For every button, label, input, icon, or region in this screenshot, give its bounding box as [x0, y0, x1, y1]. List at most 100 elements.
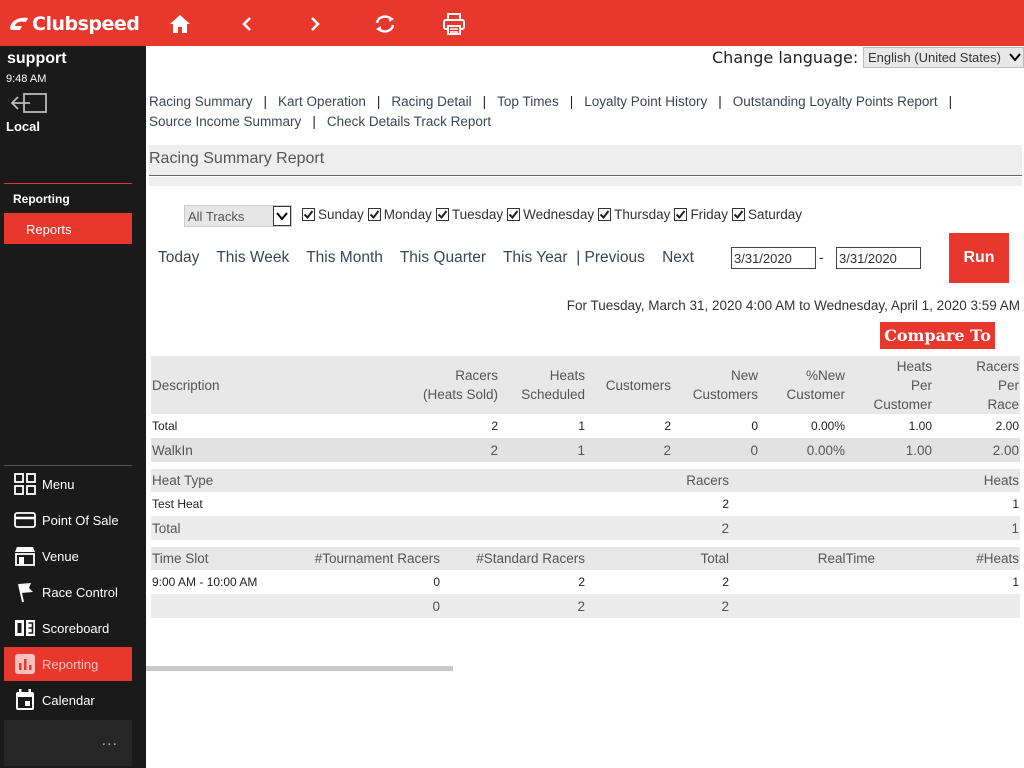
row-pct-new: 0.00% — [810, 419, 845, 433]
logout-icon[interactable] — [10, 92, 50, 114]
nav-item-race-control[interactable]: Race Control — [4, 575, 132, 609]
checkbox-icon — [731, 208, 745, 221]
refresh-button[interactable] — [368, 9, 402, 39]
forward-button[interactable] — [298, 9, 332, 39]
period-this-month[interactable]: This Month — [306, 249, 383, 266]
print-icon — [443, 13, 465, 35]
day-checkbox-wednesday[interactable]: Wednesday — [507, 207, 594, 222]
back-button[interactable] — [230, 9, 264, 39]
row-new-customers: 0 — [750, 442, 758, 458]
more-menu-button[interactable]: ... — [4, 720, 132, 766]
period-this-week[interactable]: This Week — [216, 249, 289, 266]
nav-item-point-of-sale[interactable]: Point Of Sale — [4, 503, 132, 537]
language-value: English (United States) — [868, 50, 1001, 65]
language-label: Change language: — [712, 48, 859, 67]
link-top-times[interactable]: Top Times — [497, 94, 559, 109]
col-heats: #Heats — [976, 551, 1019, 566]
sidebar-divider — [4, 183, 132, 184]
col-heats-scheduled: Heats Scheduled — [521, 368, 585, 402]
nav-item-menu[interactable]: Menu — [4, 467, 132, 501]
brand-name: Clubspeed — [32, 13, 140, 35]
col-description: Description — [152, 377, 220, 393]
nav-item-label: Menu — [42, 476, 75, 492]
link-racing-summary[interactable]: Racing Summary — [149, 94, 253, 109]
nav-item-label: Venue — [42, 548, 79, 564]
date-range-text: For Tuesday, March 31, 2020 4:00 AM to W… — [566, 298, 1020, 313]
row-racers: 2 — [721, 520, 729, 536]
day-checkbox-saturday[interactable]: Saturday — [731, 207, 802, 222]
day-label: Saturday — [747, 207, 802, 222]
language-select[interactable]: English (United States) — [863, 47, 1024, 68]
row-description: WalkIn — [152, 442, 193, 458]
col-standard-racers: #Standard Racers — [476, 551, 585, 566]
table-row: WalkIn 2 1 2 0 0.00% 1.00 2.00 — [151, 438, 1020, 462]
logo-swoosh-icon — [10, 17, 28, 30]
link-separator: | — [312, 114, 316, 129]
period-next[interactable]: Next — [662, 249, 694, 266]
user-name: support — [7, 50, 67, 67]
date-to-input[interactable]: 3/31/2020 — [836, 247, 921, 269]
checkbox-icon — [507, 208, 521, 221]
period-today[interactable]: Today — [158, 249, 199, 266]
heat-type-header-row: Heat Type Racers Heats — [151, 469, 1020, 492]
col-time-slot: Time Slot — [152, 551, 209, 566]
link-loyalty-point-history[interactable]: Loyalty Point History — [584, 94, 707, 109]
period-this-year[interactable]: This Year — [503, 249, 568, 266]
col-customers: Customers — [605, 377, 671, 393]
checkbox-icon — [435, 208, 449, 221]
date-from-input[interactable]: 3/31/2020 — [731, 247, 816, 269]
run-button[interactable]: Run — [949, 233, 1009, 283]
compare-to-button[interactable]: Compare To — [880, 322, 995, 349]
home-button[interactable] — [163, 9, 197, 39]
nav-item-label: Point Of Sale — [42, 512, 119, 528]
nav-item-calendar[interactable]: Calendar — [4, 683, 132, 717]
row-standard-racers: 2 — [578, 575, 585, 589]
link-outstanding-loyalty-points[interactable]: Outstanding Loyalty Points Report — [733, 94, 938, 109]
flag-icon — [13, 580, 37, 604]
day-checkbox-friday[interactable]: Friday — [674, 207, 728, 222]
horizontal-scrollbar[interactable] — [146, 666, 453, 671]
row-heats-per-customer: 1.00 — [905, 442, 932, 458]
nav-item-label: Calendar — [42, 692, 95, 708]
home-icon — [170, 15, 190, 33]
table-row: 0 2 2 — [151, 594, 1020, 618]
top-bar: Clubspeed — [0, 0, 1024, 46]
period-previous[interactable]: | Previous — [576, 249, 645, 266]
nav-item-venue[interactable]: Venue — [4, 539, 132, 573]
nav-item-reporting[interactable]: Reporting — [4, 647, 132, 681]
row-heat-type: Test Heat — [152, 497, 203, 511]
table-row: Total 2 1 — [151, 516, 1020, 540]
link-check-details-track[interactable]: Check Details Track Report — [327, 114, 491, 129]
print-button[interactable] — [437, 9, 471, 39]
back-icon — [242, 17, 251, 31]
day-checkbox-monday[interactable]: Monday — [367, 207, 432, 222]
table-row: Test Heat 2 1 — [151, 492, 1020, 516]
calendar-icon — [13, 688, 37, 712]
link-kart-operation[interactable]: Kart Operation — [278, 94, 366, 109]
track-select[interactable]: All Tracks — [184, 205, 292, 227]
link-separator: | — [569, 94, 574, 109]
clock-time: 9:48 AM — [6, 73, 47, 85]
row-customers: 2 — [663, 442, 671, 458]
link-source-income-summary[interactable]: Source Income Summary — [149, 114, 301, 129]
row-heats-per-customer: 1.00 — [908, 419, 932, 433]
sidebar-item-reports[interactable]: Reports — [4, 213, 132, 244]
nav-item-scoreboard[interactable]: Scoreboard — [4, 611, 132, 645]
row-tournament-racers: 0 — [433, 575, 440, 589]
forward-icon — [311, 17, 320, 31]
scoreboard-icon — [13, 616, 37, 640]
col-pct-new: %New Customer — [786, 368, 845, 402]
day-checkbox-sunday[interactable]: Sunday — [302, 207, 364, 222]
row-racers: 2 — [491, 419, 498, 433]
sidebar-section-heading: Reporting — [13, 192, 70, 206]
day-checkbox-thursday[interactable]: Thursday — [598, 207, 670, 222]
col-total: Total — [700, 551, 729, 566]
link-racing-detail[interactable]: Racing Detail — [391, 94, 471, 109]
day-label: Tuesday — [451, 207, 504, 222]
main-content: Change language: English (United States)… — [146, 46, 1024, 768]
time-slot-header-row: Time Slot #Tournament Racers #Standard R… — [151, 547, 1020, 570]
row-realtime — [771, 594, 875, 618]
period-this-quarter[interactable]: This Quarter — [400, 249, 486, 266]
day-checkbox-tuesday[interactable]: Tuesday — [435, 207, 504, 222]
row-heats: 1 — [1011, 520, 1019, 536]
